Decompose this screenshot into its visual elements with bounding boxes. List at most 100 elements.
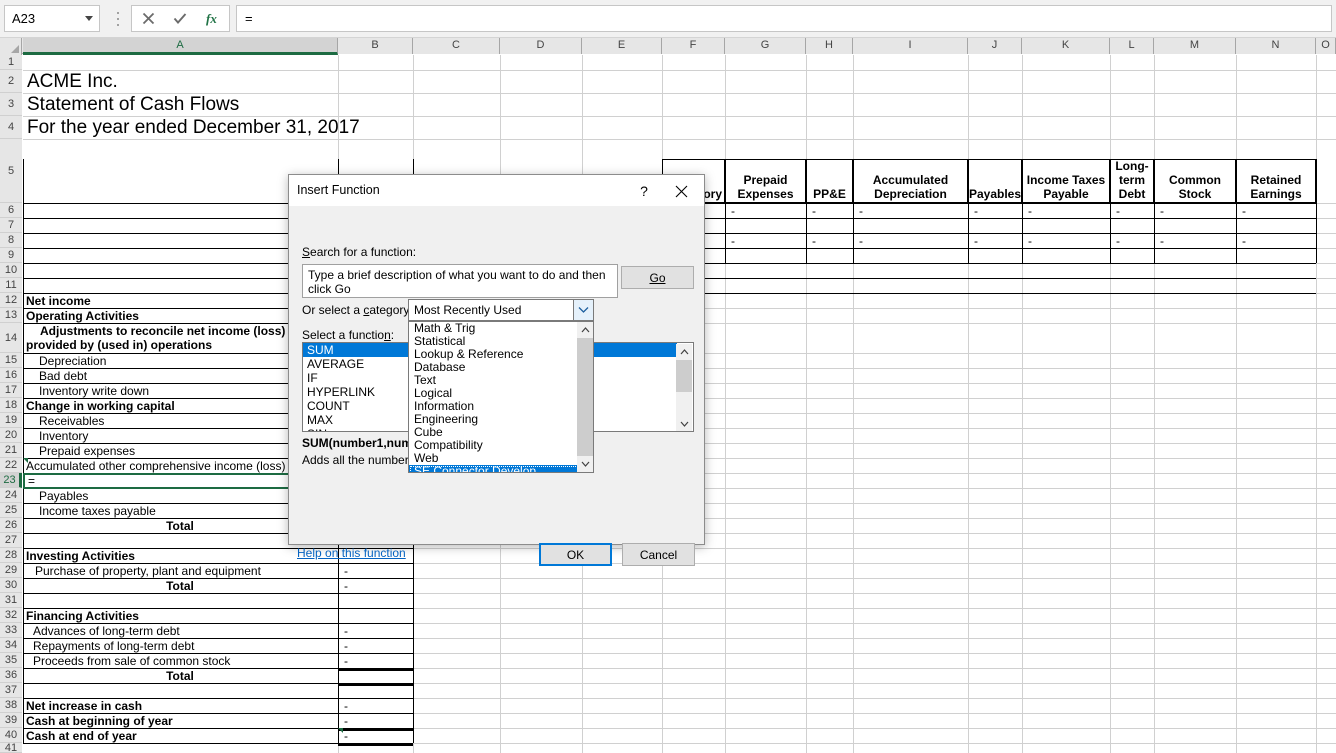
chevron-up-icon[interactable]	[676, 344, 692, 360]
cell-n6-value[interactable]: -	[1240, 203, 1314, 218]
cell-a33[interactable]: Advances of long-term debt	[23, 623, 337, 638]
row-header-7[interactable]: 7	[0, 218, 22, 233]
column-header-O[interactable]: O	[1316, 38, 1336, 54]
cell-a28[interactable]: Investing Activities	[23, 548, 337, 563]
search-input[interactable]: Type a brief description of what you wan…	[302, 264, 618, 298]
row-header-20[interactable]: 20	[0, 428, 22, 443]
cell-i8-value[interactable]: -	[857, 233, 966, 248]
row-header-5[interactable]: 5	[0, 139, 22, 203]
row-header-30[interactable]: 30	[0, 578, 22, 593]
column-header-J[interactable]: J	[968, 38, 1022, 54]
cell-g6-value[interactable]: -	[729, 203, 804, 218]
cell-a3-statement-title[interactable]: Statement of Cash Flows	[25, 93, 355, 116]
row-header-21[interactable]: 21	[0, 443, 22, 458]
row-header-28[interactable]: 28	[0, 548, 22, 563]
column-header-N[interactable]: N	[1236, 38, 1316, 54]
cell-n8-value[interactable]: -	[1240, 233, 1314, 248]
row-header-13[interactable]: 13	[0, 308, 22, 323]
cell-h8-value[interactable]: -	[810, 233, 851, 248]
column-header-cell-payables[interactable]: Payables	[968, 159, 1022, 203]
column-header-cell-common-stock[interactable]: Common Stock	[1154, 159, 1236, 203]
function-list-scrollbar[interactable]	[676, 344, 692, 432]
category-dropdown-items[interactable]: Math & TrigStatisticalLookup & Reference…	[409, 322, 593, 473]
column-header-cell-retained-earnings[interactable]: Retained Earnings	[1236, 159, 1316, 203]
cell-m8-value[interactable]: -	[1158, 233, 1234, 248]
cell-l8-value[interactable]: -	[1114, 233, 1152, 248]
column-header-E[interactable]: E	[582, 38, 662, 54]
category-combobox[interactable]: Most Recently Used	[408, 299, 594, 321]
ok-button[interactable]: OK	[539, 543, 612, 566]
chevron-down-icon[interactable]	[676, 416, 692, 432]
cell-b33-value[interactable]: -	[342, 623, 411, 638]
row-header-25[interactable]: 25	[0, 503, 22, 518]
cell-j6-value[interactable]: -	[972, 203, 1020, 218]
row-header-33[interactable]: 33	[0, 623, 22, 638]
row-header-2[interactable]: 2	[0, 70, 22, 93]
cell-a40[interactable]: Cash at end of year	[23, 728, 337, 743]
column-header-cell-long-term-debt[interactable]: Long-term Debt	[1110, 159, 1154, 203]
close-icon[interactable]	[666, 179, 696, 203]
row-header-31[interactable]: 31	[0, 593, 22, 608]
cell-b40-value[interactable]: -	[342, 728, 411, 743]
accept-formula-icon[interactable]	[165, 6, 195, 31]
column-header-H[interactable]: H	[806, 38, 853, 54]
column-header-K[interactable]: K	[1022, 38, 1110, 54]
row-header-19[interactable]: 19	[0, 413, 22, 428]
cell-a36[interactable]: Total	[23, 668, 337, 683]
row-header-16[interactable]: 16	[0, 368, 22, 383]
cell-m6-value[interactable]: -	[1158, 203, 1234, 218]
row-header-15[interactable]: 15	[0, 353, 22, 368]
cell-j8-value[interactable]: -	[972, 233, 1020, 248]
row-header-36[interactable]: 36	[0, 668, 22, 683]
cell-a39[interactable]: Cash at beginning of year	[23, 713, 337, 728]
cell-a32[interactable]: Financing Activities	[23, 608, 337, 623]
cancel-formula-icon[interactable]	[133, 6, 163, 31]
cell-a35[interactable]: Proceeds from sale of common stock	[23, 653, 337, 668]
row-header-9[interactable]: 9	[0, 248, 22, 263]
row-header-3[interactable]: 3	[0, 93, 22, 116]
cell-b39-value[interactable]: -	[342, 713, 411, 728]
column-header-cell-income-taxes-payable[interactable]: Income Taxes Payable	[1022, 159, 1110, 203]
row-header-35[interactable]: 35	[0, 653, 22, 668]
row-header-6[interactable]: 6	[0, 203, 22, 218]
row-header-22[interactable]: 22	[0, 458, 22, 473]
cell-h6-value[interactable]: -	[810, 203, 851, 218]
row-header-23[interactable]: 23	[0, 473, 22, 488]
row-header-34[interactable]: 34	[0, 638, 22, 653]
row-header-24[interactable]: 24	[0, 488, 22, 503]
select-all-corner[interactable]	[0, 38, 22, 54]
row-header-8[interactable]: 8	[0, 233, 22, 248]
cell-a29[interactable]: Purchase of property, plant and equipmen…	[23, 563, 337, 578]
row-header-4[interactable]: 4	[0, 116, 22, 139]
column-header-B[interactable]: B	[338, 38, 413, 54]
cancel-button[interactable]: Cancel	[622, 543, 695, 566]
chevron-up-icon[interactable]	[577, 322, 593, 338]
column-header-cell-pp-e[interactable]: PP&E	[806, 159, 853, 203]
row-header-32[interactable]: 32	[0, 608, 22, 623]
row-header-39[interactable]: 39	[0, 713, 22, 728]
cell-a34[interactable]: Repayments of long-term debt	[23, 638, 337, 653]
name-box[interactable]: A23	[4, 5, 100, 32]
dialog-titlebar[interactable]: Insert Function ?	[289, 175, 704, 206]
help-on-this-function-link[interactable]: Help on this function	[297, 546, 406, 560]
cell-b29-value[interactable]: -	[342, 563, 411, 578]
column-header-I[interactable]: I	[853, 38, 968, 54]
column-header-F[interactable]: F	[662, 38, 725, 54]
cell-l6-value[interactable]: -	[1114, 203, 1152, 218]
formula-input[interactable]: =	[236, 5, 1332, 32]
cell-k8-value[interactable]: -	[1026, 233, 1108, 248]
column-header-A[interactable]: A	[23, 38, 338, 55]
chevron-down-icon[interactable]	[573, 300, 593, 320]
column-header-cell-prepaid-expenses[interactable]: Prepaid Expenses	[725, 159, 806, 203]
column-header-C[interactable]: C	[413, 38, 500, 54]
row-header-10[interactable]: 10	[0, 263, 22, 278]
category-dropdown-scrollbar[interactable]	[577, 322, 593, 472]
row-header-27[interactable]: 27	[0, 533, 22, 548]
question-mark-icon[interactable]: ?	[631, 179, 657, 203]
row-header-17[interactable]: 17	[0, 383, 22, 398]
row-header-38[interactable]: 38	[0, 698, 22, 713]
row-header-37[interactable]: 37	[0, 683, 22, 698]
insert-function-icon[interactable]: fx	[198, 6, 228, 31]
cell-b30-value[interactable]: -	[342, 578, 411, 593]
chevron-down-icon[interactable]	[577, 456, 593, 472]
